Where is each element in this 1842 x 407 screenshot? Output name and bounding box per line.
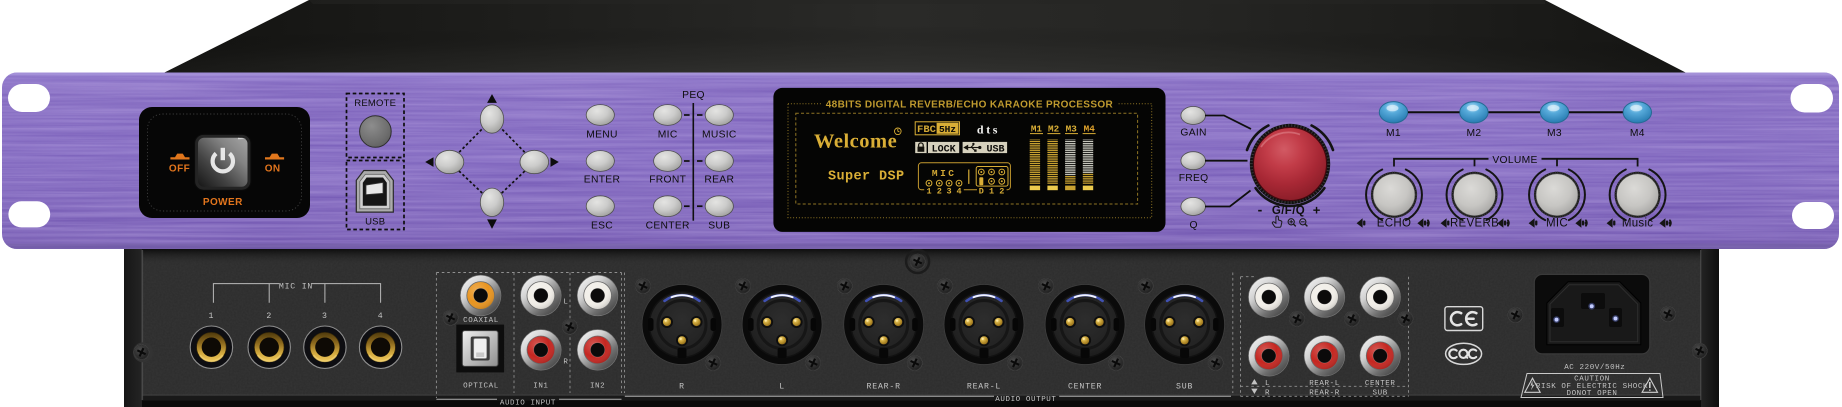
svg-text:5Hz: 5Hz <box>939 124 956 135</box>
svg-text:Q: Q <box>1189 220 1197 231</box>
svg-text:2: 2 <box>937 187 942 197</box>
svg-text:1: 1 <box>926 187 931 197</box>
svg-text:IN1: IN1 <box>533 382 548 390</box>
svg-text:4: 4 <box>956 187 961 197</box>
svg-text:POWER: POWER <box>203 197 243 208</box>
svg-text:PEQ: PEQ <box>682 90 705 101</box>
svg-text:2: 2 <box>999 187 1004 197</box>
svg-text:LOCK: LOCK <box>932 144 956 155</box>
svg-text:AUDIO OUTPUT: AUDIO OUTPUT <box>995 396 1056 404</box>
svg-text:USB: USB <box>365 217 385 228</box>
svg-text:3: 3 <box>947 187 952 197</box>
svg-text:L: L <box>1265 380 1270 388</box>
svg-text:4: 4 <box>378 312 384 321</box>
svg-text:G/F/Q: G/F/Q <box>1272 205 1305 217</box>
svg-text:3: 3 <box>322 312 328 321</box>
svg-text:L: L <box>563 299 568 307</box>
svg-text:MUSIC: MUSIC <box>702 130 737 141</box>
svg-text:R: R <box>679 382 685 391</box>
svg-text:2: 2 <box>266 312 272 321</box>
svg-text:REAR-L: REAR-L <box>1309 380 1340 388</box>
svg-text:REAR-R: REAR-R <box>1309 389 1340 397</box>
svg-text:MIC: MIC <box>658 130 678 141</box>
svg-text:REAR: REAR <box>704 175 734 186</box>
svg-text:GAIN: GAIN <box>1180 127 1206 138</box>
svg-text:MIC: MIC <box>932 168 957 179</box>
svg-text:ENTER: ENTER <box>584 175 620 186</box>
svg-text:M2: M2 <box>1466 128 1481 139</box>
svg-text:M4: M4 <box>1630 128 1645 139</box>
svg-text:REAR-R: REAR-R <box>867 382 901 391</box>
svg-text:ECHO: ECHO <box>1377 218 1411 230</box>
svg-text:M3: M3 <box>1066 123 1078 134</box>
svg-text:Super DSP: Super DSP <box>828 170 905 185</box>
svg-text:R: R <box>1265 389 1270 397</box>
svg-text:IN2: IN2 <box>590 382 605 390</box>
svg-text:CENTER: CENTER <box>1365 380 1396 388</box>
svg-text:1: 1 <box>989 187 994 197</box>
svg-text:D: D <box>979 187 984 197</box>
svg-text:AUDIO INPUT: AUDIO INPUT <box>500 399 556 407</box>
svg-text:ESC: ESC <box>591 220 613 231</box>
svg-text:R: R <box>563 358 568 366</box>
svg-text:SUB: SUB <box>1176 382 1193 391</box>
svg-text:Music: Music <box>1622 218 1654 230</box>
svg-text:MIC: MIC <box>1546 218 1568 230</box>
svg-text:REMOTE: REMOTE <box>354 98 396 109</box>
svg-text:USB: USB <box>986 144 1004 155</box>
svg-text:OFF: OFF <box>169 164 190 175</box>
svg-text:REVERB: REVERB <box>1450 218 1499 230</box>
svg-text:REAR-L: REAR-L <box>967 382 1001 391</box>
svg-text:L: L <box>779 382 785 391</box>
svg-text:MIC IN: MIC IN <box>279 282 313 291</box>
svg-text:M2: M2 <box>1048 123 1060 134</box>
svg-text:Welcome: Welcome <box>814 131 897 153</box>
svg-text:MENU: MENU <box>586 130 618 141</box>
svg-text:FRONT: FRONT <box>649 175 686 186</box>
svg-text:CENTER: CENTER <box>646 220 690 231</box>
svg-text:COAXIAL: COAXIAL <box>463 317 499 325</box>
svg-text:48BITS DIGITAL REVERB/ECHO KAR: 48BITS DIGITAL REVERB/ECHO KARAOKE PROCE… <box>826 100 1114 111</box>
svg-text:SUB: SUB <box>708 220 730 231</box>
svg-text:DONOT OPEN: DONOT OPEN <box>1566 390 1617 398</box>
svg-text:ON: ON <box>265 164 281 175</box>
svg-text:M1: M1 <box>1031 123 1043 134</box>
svg-text:AC 220V/50Hz: AC 220V/50Hz <box>1564 364 1625 372</box>
svg-text:M3: M3 <box>1547 128 1562 139</box>
svg-text:SUB: SUB <box>1373 389 1388 397</box>
svg-text:M1: M1 <box>1386 128 1401 139</box>
svg-text:FBC: FBC <box>917 124 937 136</box>
svg-text:CENTER: CENTER <box>1068 382 1102 391</box>
svg-text:VOLUME: VOLUME <box>1492 155 1537 166</box>
svg-text:OPTICAL: OPTICAL <box>463 382 499 390</box>
svg-text:+: + <box>1313 202 1321 217</box>
svg-text:FREQ: FREQ <box>1179 173 1209 184</box>
svg-text:M4: M4 <box>1084 123 1096 134</box>
svg-text:-: - <box>1258 201 1263 217</box>
svg-text:1: 1 <box>209 312 215 321</box>
svg-text:dts: dts <box>977 123 1000 137</box>
